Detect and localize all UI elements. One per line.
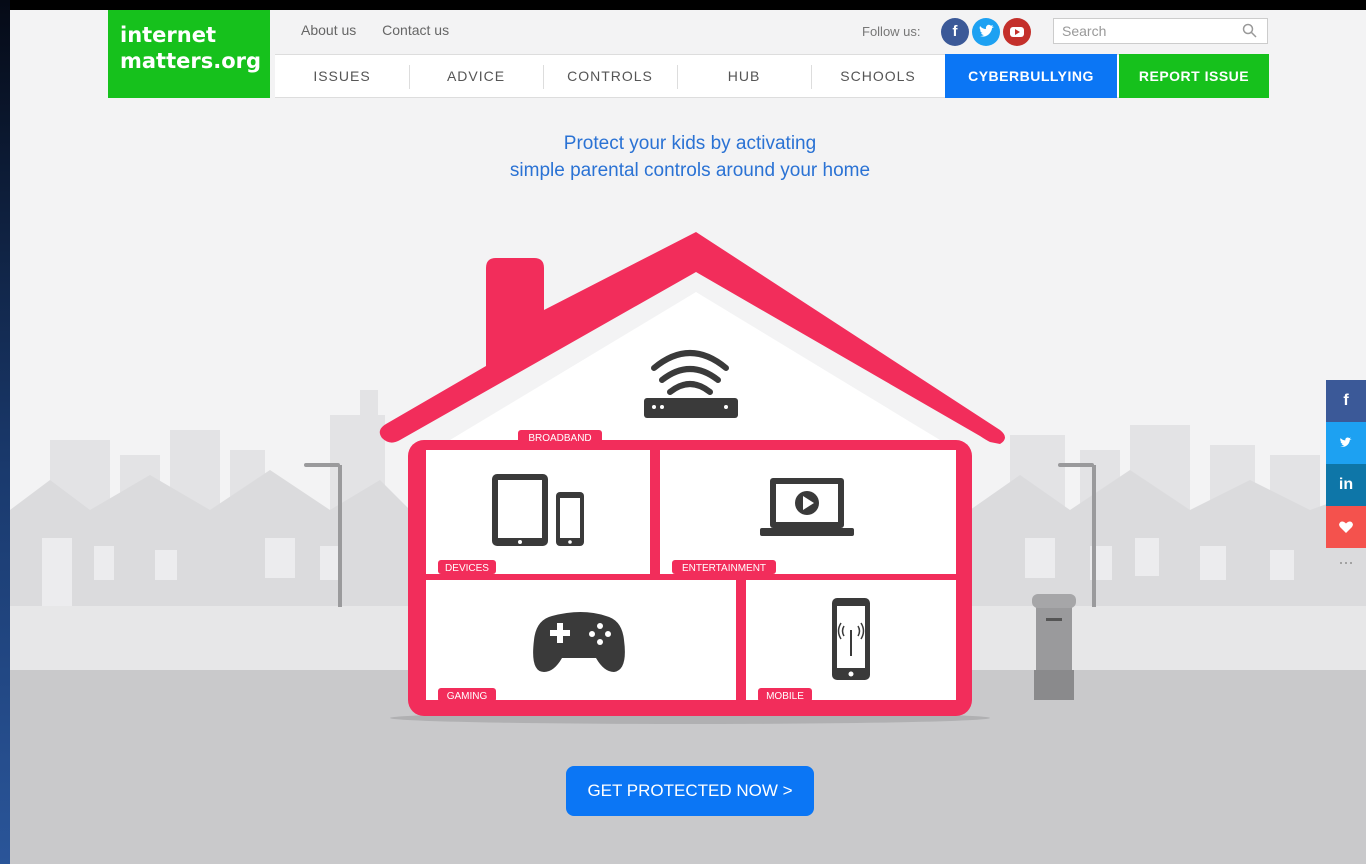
- get-protected-button[interactable]: GET PROTECTED NOW >: [566, 766, 814, 816]
- nav-controls[interactable]: CONTROLS: [543, 55, 677, 97]
- room-label-entertainment: ENTERTAINMENT: [682, 563, 766, 574]
- logo-line-1: internet: [120, 23, 217, 47]
- utility-nav: About us Contact us: [301, 22, 471, 38]
- window-top-border: [0, 0, 1366, 10]
- contact-us-link[interactable]: Contact us: [382, 22, 449, 38]
- twitter-icon[interactable]: [972, 18, 1000, 46]
- nav-cyberbullying[interactable]: CYBERBULLYING: [945, 54, 1117, 98]
- hero-tagline: Protect your kids by activating simple p…: [340, 130, 1040, 184]
- room-label-devices: DEVICES: [445, 563, 489, 574]
- nav-schools[interactable]: SCHOOLS: [811, 55, 945, 97]
- site-logo[interactable]: internet matters.org: [108, 10, 270, 98]
- page: BROADBAND DEVICES ENTERTAINMENT GAMING M…: [10, 10, 1366, 864]
- room-label-broadband: BROADBAND: [528, 433, 591, 444]
- nav-hub[interactable]: HUB: [677, 55, 811, 97]
- facebook-icon[interactable]: f: [941, 18, 969, 46]
- share-heart-icon[interactable]: [1326, 506, 1366, 548]
- youtube-icon[interactable]: [1003, 18, 1031, 46]
- share-facebook-icon[interactable]: f: [1326, 380, 1366, 422]
- search-input[interactable]: Search: [1053, 18, 1268, 44]
- hero-line-1: Protect your kids by activating: [563, 133, 817, 154]
- room-label-gaming: GAMING: [447, 691, 488, 702]
- about-us-link[interactable]: About us: [301, 22, 356, 38]
- nav-report-issue[interactable]: REPORT ISSUE: [1119, 54, 1269, 98]
- tablet-icon: [492, 474, 548, 546]
- share-linkedin-icon[interactable]: in: [1326, 464, 1366, 506]
- smartphone-icon: [556, 492, 584, 546]
- logo-line-2: matters.org: [120, 49, 262, 73]
- nav-issues[interactable]: ISSUES: [275, 55, 409, 97]
- room-label-mobile: MOBILE: [766, 691, 804, 702]
- hero-line-2: simple parental controls around your hom…: [509, 160, 871, 181]
- mobile-signal-icon: [832, 598, 870, 680]
- more-share-icon[interactable]: ...: [1326, 548, 1366, 574]
- share-twitter-icon[interactable]: [1326, 422, 1366, 464]
- laptop-play-icon: [760, 478, 854, 536]
- search-icon[interactable]: [1241, 22, 1259, 40]
- share-sidebar: f in ...: [1326, 380, 1366, 574]
- window-left-border: [0, 0, 10, 864]
- nav-advice[interactable]: ADVICE: [409, 55, 543, 97]
- follow-us-label: Follow us:: [862, 24, 921, 39]
